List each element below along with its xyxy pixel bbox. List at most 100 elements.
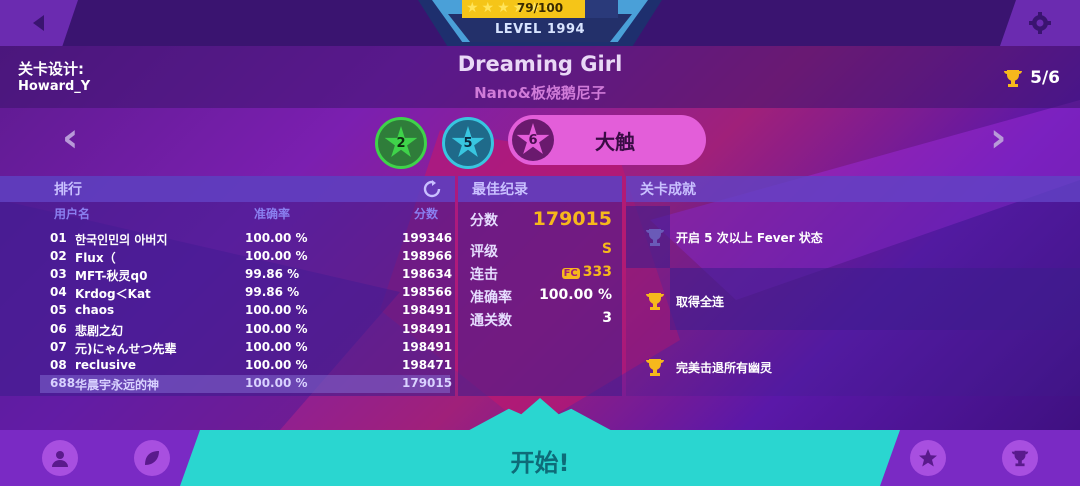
player-name: Flux（ <box>75 251 116 266</box>
rank-number: 03 <box>50 267 67 282</box>
player-score: 198471 <box>402 357 453 372</box>
ranking-row[interactable]: 688 华晨宇永远的神 100.00 % 179015 <box>40 374 453 393</box>
difficulty-label: 大触 <box>595 130 635 154</box>
player-name: Krdog＜Kat <box>75 287 151 302</box>
player-accuracy: 100.00 % <box>245 321 308 336</box>
player-score: 198491 <box>402 303 453 318</box>
start-button[interactable]: 开始! <box>440 443 640 478</box>
player-score: 198491 <box>402 339 453 354</box>
player-name: 悲剧之幻 <box>75 323 124 338</box>
trophy-icon <box>646 229 664 246</box>
trophy-icon <box>1004 70 1023 87</box>
combo-value: FC 333 <box>561 264 612 280</box>
favorite-button[interactable] <box>910 440 946 476</box>
player-name: MFT-秋灵q0 <box>75 269 148 284</box>
ranking-row[interactable]: 02 Flux（ 100.00 % 198966 <box>40 248 453 266</box>
star-icon: 6 <box>516 123 550 154</box>
player-accuracy: 100.00 % <box>245 303 308 318</box>
progress-text: 79/100 <box>516 1 564 15</box>
player-name: reclusive <box>75 357 137 372</box>
refresh-icon[interactable] <box>423 180 441 198</box>
level-text: LEVEL 1994 <box>494 22 586 37</box>
player-name: 한국인민의 아버지 <box>75 233 168 247</box>
ranking-row[interactable]: 01 한국인민의 아버지 100.00 % 199346 <box>40 230 452 248</box>
designer-name: Howard_Y <box>18 79 91 94</box>
best-combo-row: 连击 FC 333 <box>462 262 620 284</box>
profile-button[interactable] <box>42 440 78 476</box>
difficulty-hard-button[interactable]: 5 <box>442 117 494 169</box>
player-score: 198566 <box>402 285 453 300</box>
trophy-icon <box>646 293 664 310</box>
best-record-title: 最佳纪录 <box>472 182 528 198</box>
accuracy-label: 准确率 <box>470 290 512 306</box>
player-score: 179015 <box>402 375 453 390</box>
song-artist: Nano&板烧鹅尼子 <box>474 84 606 102</box>
ranking-title: 排行 <box>54 182 82 198</box>
best-grade-row: 评级 S <box>462 239 620 261</box>
col-user: 用户名 <box>54 207 91 221</box>
full-combo-badge: FC <box>561 268 580 279</box>
song-title: Dreaming Girl <box>457 52 623 76</box>
accuracy-value: 100.00 % <box>539 287 612 303</box>
rank-number: 06 <box>50 321 67 336</box>
start-bar-peak <box>462 398 618 434</box>
player-name: chaos <box>75 303 115 318</box>
col-accuracy: 准确率 <box>254 207 291 221</box>
skin-button[interactable] <box>134 440 170 476</box>
combo-number: 333 <box>582 264 612 280</box>
trophy-icon <box>1011 450 1029 467</box>
clears-value: 3 <box>602 310 612 326</box>
ranking-row[interactable]: 03 MFT-秋灵q0 99.86 % 198634 <box>40 266 452 284</box>
player-accuracy: 100.00 % <box>245 339 308 354</box>
difficulty-level: 5 <box>463 135 473 151</box>
star-icon: 5 <box>451 126 485 157</box>
rank-number: 02 <box>50 249 67 264</box>
clears-label: 通关数 <box>470 313 512 329</box>
next-song-arrow[interactable]: › <box>990 115 1006 161</box>
player-accuracy: 99.86 % <box>245 285 300 300</box>
difficulty-level: 2 <box>396 135 406 151</box>
player-score: 198491 <box>402 321 453 336</box>
player-score: 198966 <box>402 249 453 264</box>
score-value: 179015 <box>532 208 612 230</box>
player-name: 华晨宇永远的神 <box>75 377 160 392</box>
rank-number: 688 <box>50 375 76 390</box>
achievement-row: 开启 5 次以上 Fever 状态 <box>644 226 1080 248</box>
achievement-text: 完美击退所有幽灵 <box>676 360 773 375</box>
ranking-row[interactable]: 07 元)にゃんせつ先辈 100.00 % 198491 <box>40 339 453 357</box>
star-icon <box>919 449 937 467</box>
achievement-text: 取得全连 <box>676 294 725 309</box>
achievements-button[interactable] <box>1002 440 1038 476</box>
difficulty-level: 6 <box>528 132 538 148</box>
best-clears-row: 通关数 3 <box>462 308 620 330</box>
ranking-row[interactable]: 08 reclusive 100.00 % 198471 <box>40 357 453 375</box>
achievement-row: 取得全连 <box>644 290 1080 312</box>
prev-song-arrow[interactable]: ‹ <box>62 115 78 161</box>
achievement-row: 完美击退所有幽灵 <box>644 356 1080 378</box>
score-label: 分数 <box>470 213 498 229</box>
combo-label: 连击 <box>470 267 498 283</box>
rank-number: 07 <box>50 339 67 354</box>
player-accuracy: 100.00 % <box>245 357 308 372</box>
col-score: 分数 <box>414 207 439 221</box>
rank-number: 08 <box>50 357 67 372</box>
leaf-icon <box>145 451 159 465</box>
ranking-row[interactable]: 04 Krdog＜Kat 99.86 % 198566 <box>40 284 453 302</box>
achievements-header: 关卡成就 <box>626 176 1080 202</box>
rank-number: 05 <box>50 303 67 318</box>
gear-icon <box>1029 12 1051 34</box>
bottom-left-dock <box>0 430 200 486</box>
ranking-header: 排行 <box>0 176 455 202</box>
trophy-count-text: 5/6 <box>1030 68 1060 88</box>
rank-number: 04 <box>50 285 67 300</box>
player-accuracy: 99.86 % <box>245 267 300 282</box>
player-name: 元)にゃんせつ先辈 <box>75 341 177 356</box>
trophy-counter: 5/6 <box>1002 67 1060 89</box>
difficulty-easy-button[interactable]: 2 <box>375 117 427 169</box>
selected-difficulty-badge: 6 <box>512 119 554 161</box>
best-accuracy-row: 准确率 100.00 % <box>462 285 620 307</box>
ranking-row[interactable]: 05 chaos 100.00 % 198491 <box>40 302 453 320</box>
back-arrow-icon <box>33 15 44 31</box>
player-accuracy: 100.00 % <box>245 231 308 245</box>
ranking-row[interactable]: 06 悲剧之幻 100.00 % 198491 <box>40 321 453 339</box>
